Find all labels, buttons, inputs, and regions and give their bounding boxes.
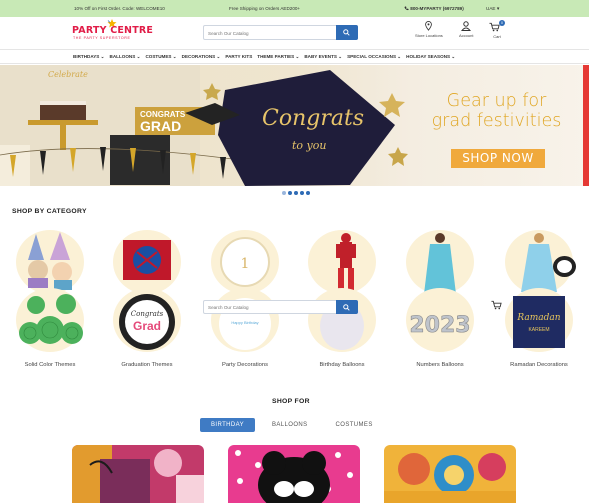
product-image bbox=[384, 445, 516, 503]
category-graduation-themes[interactable]: Congrats Grad Graduation Themes bbox=[103, 226, 189, 374]
account-link[interactable]: Account bbox=[459, 21, 473, 38]
shop-for-tabs: BIRTHDAY BALLOONS COSTUMES bbox=[200, 418, 390, 432]
category-image: Ramadan KAREEM bbox=[505, 230, 573, 352]
category-label: Graduation Themes bbox=[121, 362, 173, 368]
main-nav: BIRTHDAYS BALLOONS COSTUMES DECORATIONS … bbox=[0, 49, 589, 64]
hero-headline-line-2: grad festivities bbox=[431, 111, 562, 131]
category-image: 2023 bbox=[406, 230, 474, 352]
search-bar bbox=[203, 25, 358, 40]
store-locations-link[interactable]: Store Locations bbox=[415, 21, 443, 38]
location-pin-icon bbox=[425, 21, 433, 31]
phone-text: 800-MYPARTY (6972789) bbox=[410, 6, 464, 11]
balloon-script-text: Congrats bbox=[262, 106, 364, 131]
product-card[interactable] bbox=[384, 445, 516, 503]
carousel-dot[interactable] bbox=[306, 191, 310, 195]
tab-birthday[interactable]: BIRTHDAY bbox=[200, 418, 255, 432]
sticky-search-input[interactable] bbox=[208, 303, 333, 312]
category-image bbox=[16, 230, 84, 352]
nav-item-birthdays[interactable]: BIRTHDAYS bbox=[73, 54, 105, 60]
carousel-dot[interactable] bbox=[282, 191, 286, 195]
product-image bbox=[228, 445, 360, 503]
category-image: HAPPY bbox=[308, 230, 376, 352]
ramadan-text: Ramadan bbox=[516, 313, 560, 323]
nav-item-theme-parties[interactable]: THEME PARTIES bbox=[257, 54, 299, 60]
sticky-search-bar bbox=[203, 300, 358, 314]
country-selector[interactable]: UAE bbox=[486, 6, 499, 12]
carousel-dot[interactable] bbox=[300, 191, 304, 195]
search-button[interactable] bbox=[336, 25, 358, 40]
promo-shipping[interactable]: Free Shipping on Orders AED200+ bbox=[229, 6, 300, 11]
shop-by-category-title: SHOP BY CATEGORY bbox=[12, 208, 87, 215]
category-solid-color-themes[interactable]: Solid Color Themes bbox=[6, 226, 92, 374]
user-icon bbox=[461, 21, 472, 31]
category-label: Numbers Balloons bbox=[416, 362, 464, 368]
hero-banner[interactable]: Celebrate CONGRATS GRAD Congrats to you … bbox=[0, 65, 589, 186]
ramadan-sub-text: KAREEM bbox=[528, 327, 549, 333]
category-image: 1 Happy Birthday bbox=[211, 230, 279, 352]
phone-icon bbox=[404, 6, 409, 11]
search-icon bbox=[343, 29, 350, 36]
tab-balloons[interactable]: BALLOONS bbox=[261, 418, 319, 432]
category-label: Solid Color Themes bbox=[24, 362, 76, 368]
store-locations-label: Store Locations bbox=[415, 33, 443, 38]
phone-number[interactable]: 800-MYPARTY (6972789) bbox=[404, 6, 464, 11]
category-label: Birthday Balloons bbox=[319, 362, 365, 368]
shop-now-button[interactable]: SHOP NOW bbox=[451, 149, 545, 168]
cart-link[interactable]: 0 Cart bbox=[489, 20, 505, 39]
site-header: PARTY CENTRE THE PARTY SUPERSTORE Store … bbox=[0, 17, 589, 49]
site-logo[interactable]: PARTY CENTRE THE PARTY SUPERSTORE bbox=[72, 19, 154, 45]
shop-for-title: SHOP FOR bbox=[272, 398, 310, 405]
product-image bbox=[72, 445, 204, 503]
nav-item-party-kits[interactable]: PARTY KITS bbox=[225, 54, 252, 60]
svg-text:1: 1 bbox=[241, 256, 250, 272]
category-label: Ramadan Decorations bbox=[510, 362, 568, 368]
balloon-script-text-2: to you bbox=[292, 139, 326, 152]
search-icon bbox=[343, 304, 350, 311]
loading-ring-icon bbox=[553, 256, 576, 277]
nav-item-costumes[interactable]: COSTUMES bbox=[145, 54, 176, 60]
grad-banner-bottom: GRAD bbox=[140, 118, 181, 134]
numbers-balloon-text: 2023 bbox=[409, 313, 470, 338]
grad-plate-top: Congrats bbox=[131, 310, 164, 318]
grad-plate-bottom: Grad bbox=[133, 319, 161, 333]
nav-item-baby-events[interactable]: BABY EVENTS bbox=[304, 54, 342, 60]
nav-item-decorations[interactable]: DECORATIONS bbox=[182, 54, 221, 60]
category-ramadan-decorations[interactable]: Ramadan KAREEM Ramadan Decorations bbox=[495, 226, 581, 374]
product-card[interactable] bbox=[228, 445, 360, 503]
nav-item-special-occasions[interactable]: SPECIAL OCCASIONS bbox=[347, 54, 401, 60]
carousel-dot[interactable] bbox=[288, 191, 292, 195]
account-label: Account bbox=[459, 33, 474, 38]
category-image: Congrats Grad bbox=[113, 230, 181, 352]
promo-bar: 10% Off on First Order. Code: WELCOME10 … bbox=[0, 0, 589, 17]
category-numbers-balloons[interactable]: 2023 Numbers Balloons bbox=[396, 226, 482, 374]
search-input[interactable] bbox=[208, 28, 333, 38]
tab-costumes[interactable]: COSTUMES bbox=[325, 418, 384, 432]
sticky-cart-link[interactable] bbox=[491, 297, 502, 315]
logo-tagline: THE PARTY SUPERSTORE bbox=[73, 36, 131, 40]
party-plate-text: Happy Birthday bbox=[231, 320, 258, 325]
cart-count-badge: 0 bbox=[499, 20, 505, 26]
nav-item-holiday-seasons[interactable]: HOLIDAY SEASONS bbox=[406, 54, 455, 60]
promo-offer[interactable]: 10% Off on First Order. Code: WELCOME10 bbox=[74, 6, 165, 11]
celebrate-banner-text: Celebrate bbox=[48, 70, 88, 79]
product-card[interactable] bbox=[72, 445, 204, 503]
hero-headline: Gear up for grad festivities bbox=[414, 91, 579, 131]
cart-icon bbox=[491, 300, 502, 310]
cart-label: Cart bbox=[493, 34, 501, 39]
nav-item-balloons[interactable]: BALLOONS bbox=[110, 54, 141, 60]
carousel-dot[interactable] bbox=[294, 191, 298, 195]
hero-headline-line-1: Gear up for bbox=[446, 91, 547, 111]
carousel-dots bbox=[282, 191, 310, 195]
hero-edge-stripe bbox=[583, 65, 589, 186]
sticky-search-button[interactable] bbox=[336, 300, 358, 314]
logo-wordmark: PARTY CENTRE bbox=[72, 25, 154, 36]
category-label: Party Decorations bbox=[221, 362, 269, 368]
